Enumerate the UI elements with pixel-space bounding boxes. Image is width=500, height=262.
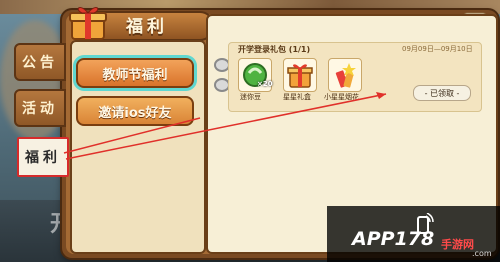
watermark-domain: .com — [472, 249, 492, 258]
watermark-brand: APP178 — [352, 228, 435, 250]
watermark-sub: 手游网 — [441, 238, 474, 251]
